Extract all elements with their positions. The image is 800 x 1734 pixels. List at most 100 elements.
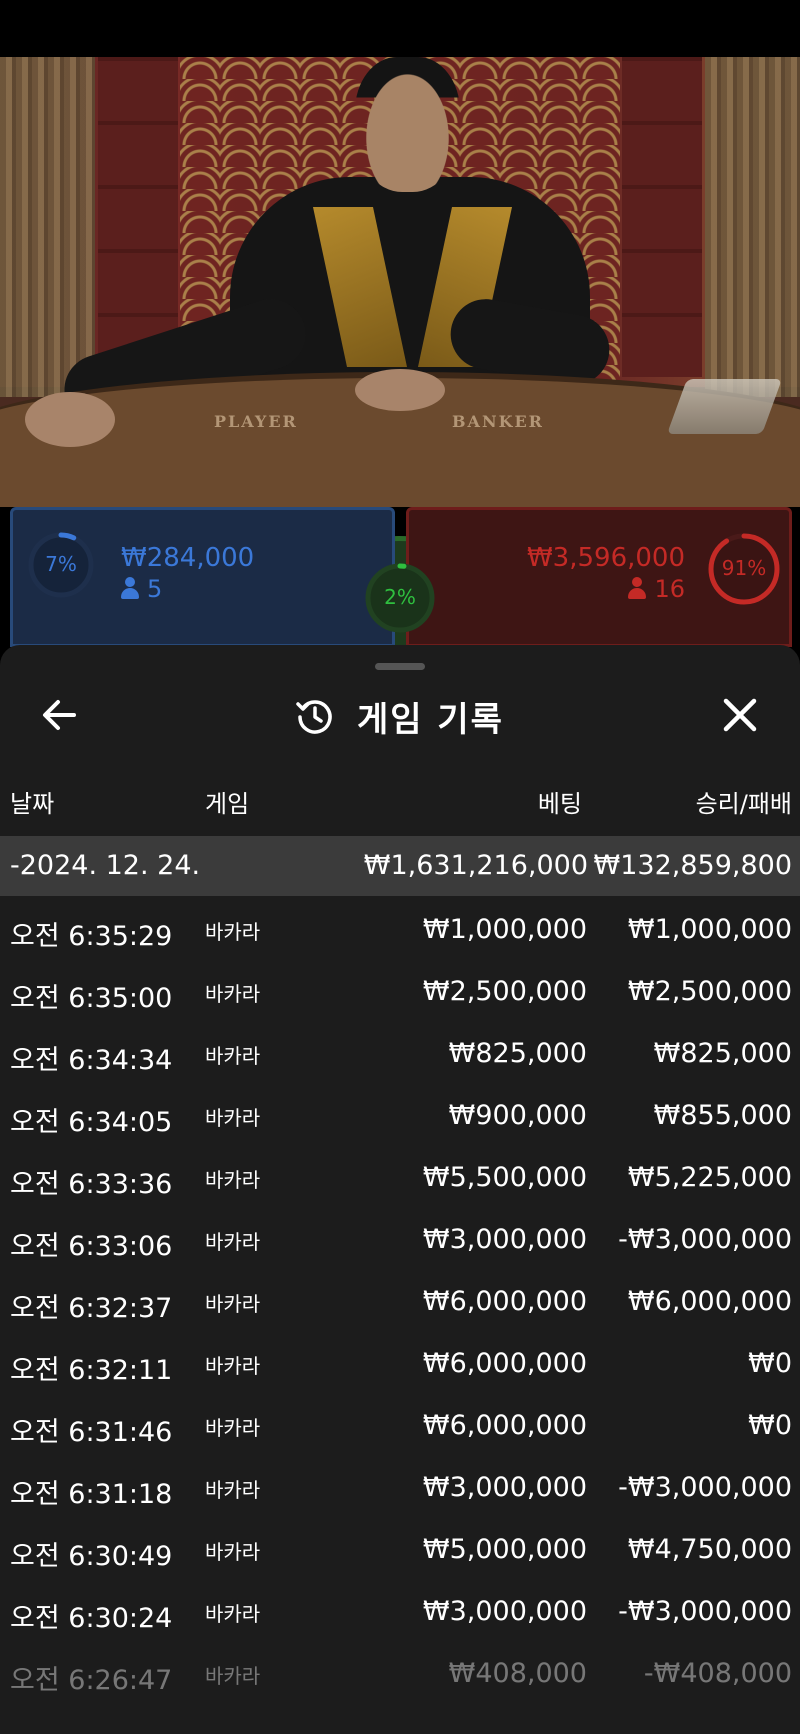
row-bet: ₩825,000 — [448, 1038, 587, 1069]
banker-count-value: 16 — [654, 575, 685, 603]
row-bet: ₩2,500,000 — [422, 976, 587, 1007]
table-row[interactable]: 오전 6:32:11 바카라 ₩6,000,000 ₩0 — [0, 1332, 800, 1394]
status-bar — [0, 0, 800, 57]
card-shoe — [666, 379, 783, 434]
row-win-loss: -₩3,000,000 — [618, 1472, 792, 1503]
day-total-win-loss: ₩132,859,800 — [593, 850, 792, 881]
table-row[interactable]: 오전 6:30:49 바카라 ₩5,000,000 ₩4,750,000 — [0, 1518, 800, 1580]
row-time: 오전 6:34:05 — [10, 1107, 173, 1138]
row-bet: ₩900,000 — [448, 1100, 587, 1131]
column-header-game[interactable]: 게임 — [205, 784, 249, 819]
row-game: 바카라 — [205, 1292, 261, 1316]
row-game: 바카라 — [205, 1478, 261, 1502]
row-bet: ₩5,500,000 — [422, 1162, 587, 1193]
row-bet: ₩6,000,000 — [422, 1348, 587, 1379]
column-header-bet[interactable]: 베팅 — [538, 784, 582, 819]
table-row[interactable]: 오전 6:26:47 바카라 ₩408,000 -₩408,000 — [0, 1642, 800, 1704]
row-time: 오전 6:31:18 — [10, 1479, 173, 1510]
player-bet-amount: ₩284,000 — [121, 543, 255, 573]
tie-percent: 2% — [384, 585, 416, 609]
history-list: 오전 6:35:29 바카라 ₩1,000,000 ₩1,000,000 오전 … — [0, 898, 800, 1704]
player-bet-area[interactable]: 7% ₩284,000 5 — [10, 507, 395, 647]
table-row[interactable]: 오전 6:30:24 바카라 ₩3,000,000 -₩3,000,000 — [0, 1580, 800, 1642]
row-win-loss: ₩4,750,000 — [627, 1534, 792, 1565]
row-win-loss: ₩6,000,000 — [627, 1286, 792, 1317]
sheet-drag-handle[interactable] — [375, 663, 425, 670]
row-bet: ₩3,000,000 — [422, 1224, 587, 1255]
row-time: 오전 6:32:11 — [10, 1355, 173, 1386]
column-header-date[interactable]: 날짜 — [10, 784, 54, 819]
table-label-banker: BANKER — [452, 412, 544, 431]
arrow-left-icon[interactable] — [38, 693, 82, 737]
player-bettor-count: 5 — [121, 575, 162, 603]
row-time: 오전 6:35:29 — [10, 921, 173, 952]
row-time: 오전 6:31:46 — [10, 1417, 173, 1448]
row-time: 오전 6:33:36 — [10, 1169, 173, 1200]
table-label-player: PLAYER — [214, 412, 298, 431]
row-win-loss: ₩855,000 — [653, 1100, 792, 1131]
page-title: 게임 기록 — [357, 699, 504, 740]
row-win-loss: -₩3,000,000 — [618, 1224, 792, 1255]
person-icon — [628, 577, 647, 599]
row-game: 바카라 — [205, 1044, 261, 1068]
banker-bet-area[interactable]: 91% ₩3,596,000 16 — [406, 507, 792, 647]
bet-stats: 7% ₩284,000 5 91% ₩3,596,000 16 2% — [0, 507, 800, 810]
table-row[interactable]: 오전 6:31:46 바카라 ₩6,000,000 ₩0 — [0, 1394, 800, 1456]
day-total-bet: ₩1,631,216,000 — [363, 850, 588, 881]
banker-percent: 91% — [721, 556, 767, 580]
person-icon — [121, 577, 139, 599]
row-bet: ₩6,000,000 — [422, 1410, 587, 1441]
row-win-loss: -₩408,000 — [643, 1658, 792, 1689]
row-win-loss: ₩1,000,000 — [627, 914, 792, 945]
dealer-hand-right — [355, 369, 445, 411]
table-row[interactable]: 오전 6:34:05 바카라 ₩900,000 ₩855,000 — [0, 1084, 800, 1146]
row-game: 바카라 — [205, 1230, 261, 1254]
wall-panel-right — [622, 57, 702, 377]
column-header-win-loss[interactable]: 승리/패배 — [696, 784, 792, 819]
row-bet: ₩1,000,000 — [422, 914, 587, 945]
row-bet: ₩3,000,000 — [422, 1596, 587, 1627]
table-row[interactable]: 오전 6:33:36 바카라 ₩5,500,000 ₩5,225,000 — [0, 1146, 800, 1208]
row-game: 바카라 — [205, 1416, 261, 1440]
row-game: 바카라 — [205, 920, 261, 944]
curtain-right — [705, 57, 800, 397]
row-time: 오전 6:34:34 — [10, 1045, 173, 1076]
row-time: 오전 6:33:06 — [10, 1231, 173, 1262]
row-win-loss: ₩0 — [748, 1348, 792, 1379]
row-game: 바카라 — [205, 1602, 261, 1626]
close-icon[interactable] — [716, 691, 764, 739]
row-win-loss: ₩5,225,000 — [627, 1162, 792, 1193]
day-summary-row[interactable]: -2024. 12. 24. ₩1,631,216,000 ₩132,859,8… — [0, 836, 800, 896]
table-row[interactable]: 오전 6:35:00 바카라 ₩2,500,000 ₩2,500,000 — [0, 960, 800, 1022]
curtain-left — [0, 57, 95, 397]
row-game: 바카라 — [205, 1540, 261, 1564]
dealer-hand-left — [25, 392, 115, 447]
sheet-header: 게임 기록 — [295, 693, 504, 740]
banker-bet-amount: ₩3,596,000 — [526, 543, 685, 573]
row-time: 오전 6:32:37 — [10, 1293, 173, 1324]
row-time: 오전 6:30:49 — [10, 1541, 173, 1572]
table-row[interactable]: 오전 6:31:18 바카라 ₩3,000,000 -₩3,000,000 — [0, 1456, 800, 1518]
row-win-loss: ₩825,000 — [653, 1038, 792, 1069]
row-game: 바카라 — [205, 982, 261, 1006]
table-row[interactable]: 오전 6:34:34 바카라 ₩825,000 ₩825,000 — [0, 1022, 800, 1084]
row-game: 바카라 — [205, 1168, 261, 1192]
row-game: 바카라 — [205, 1664, 261, 1688]
row-win-loss: -₩3,000,000 — [618, 1596, 792, 1627]
day-date: -2024. 12. 24. — [10, 850, 201, 881]
row-time: 오전 6:26:47 — [10, 1665, 173, 1696]
row-bet: ₩3,000,000 — [422, 1472, 587, 1503]
dealer-head — [355, 57, 460, 192]
player-count-value: 5 — [147, 575, 163, 603]
row-bet: ₩6,000,000 — [422, 1286, 587, 1317]
wall-panel-left — [98, 57, 178, 377]
player-percent: 7% — [45, 552, 77, 576]
table-row[interactable]: 오전 6:33:06 바카라 ₩3,000,000 -₩3,000,000 — [0, 1208, 800, 1270]
history-icon — [296, 700, 332, 734]
banker-bettor-count: 16 — [628, 575, 685, 603]
table-row[interactable]: 오전 6:35:29 바카라 ₩1,000,000 ₩1,000,000 — [0, 898, 800, 960]
table-row[interactable]: 오전 6:32:37 바카라 ₩6,000,000 ₩6,000,000 — [0, 1270, 800, 1332]
row-win-loss: ₩2,500,000 — [627, 976, 792, 1007]
row-game: 바카라 — [205, 1354, 261, 1378]
row-bet: ₩408,000 — [448, 1658, 587, 1689]
